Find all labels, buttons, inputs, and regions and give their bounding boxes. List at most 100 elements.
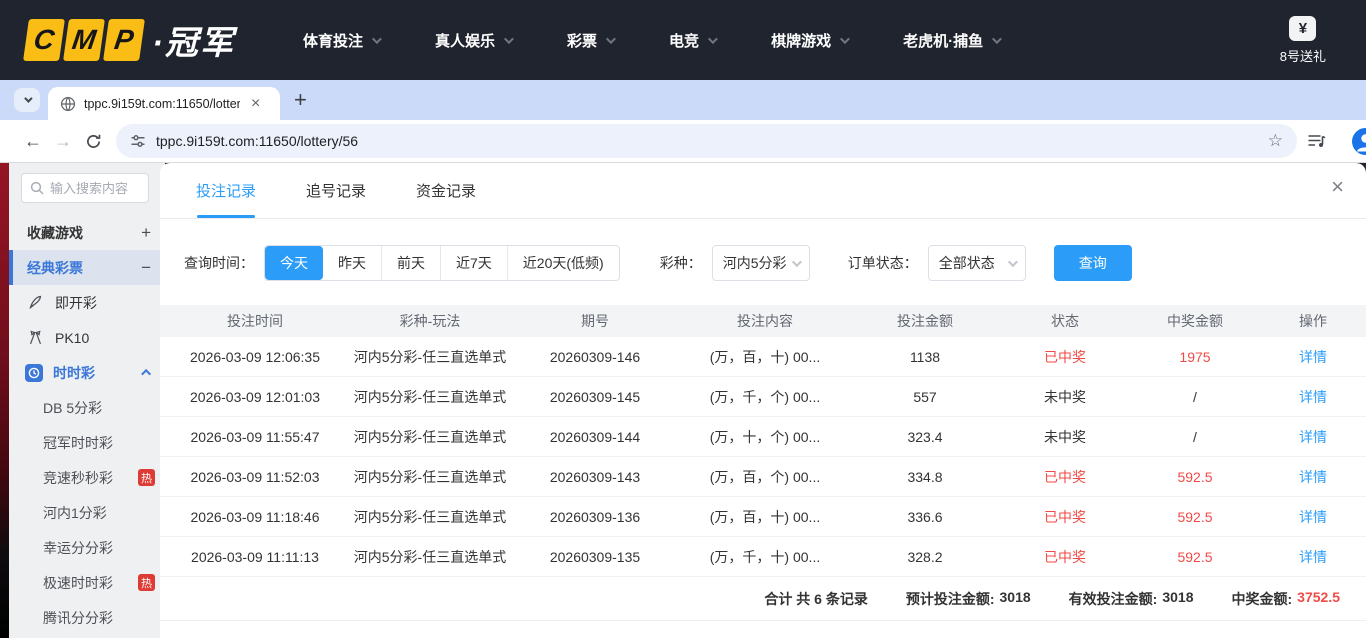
sidebar-item-favorites[interactable]: 收藏游戏 + [9, 215, 165, 250]
page-content: 收藏游戏 + 经典彩票 − 即开彩 PK10 [0, 163, 1366, 638]
sidebar-item-pk10[interactable]: PK10 [9, 320, 165, 355]
sidebar-subitem[interactable]: 幸运分分彩 [9, 530, 165, 565]
globe-icon [60, 96, 76, 112]
status-badge: 已中奖 [1000, 547, 1130, 567]
tab-search-button[interactable] [14, 88, 40, 112]
nav-item-sports[interactable]: 体育投注 [303, 20, 379, 61]
time-option-yesterday[interactable]: 昨天 [323, 246, 381, 280]
nav-item-live-casino[interactable]: 真人娱乐 [435, 20, 511, 61]
profile-avatar[interactable] [1352, 128, 1366, 155]
tab-title: tppc.9i159t.com:11650/lotter [84, 97, 240, 111]
browser-tab[interactable]: tppc.9i159t.com:11650/lotter × [48, 87, 280, 120]
table-header-row: 投注时间 彩种-玩法 期号 投注内容 投注金额 状态 中奖金额 操作 [160, 305, 1366, 337]
time-option-7days[interactable]: 近7天 [440, 246, 507, 280]
sidebar-item-ssc[interactable]: 时时彩 [9, 355, 165, 390]
close-icon[interactable]: × [1331, 176, 1344, 198]
time-option-day-before[interactable]: 前天 [381, 246, 440, 280]
tab-chase-records[interactable]: 追号记录 [306, 163, 366, 218]
chevron-down-icon [24, 94, 32, 102]
status-badge: 已中奖 [1000, 507, 1130, 527]
sidebar-search[interactable] [21, 173, 149, 203]
bet-records-table: 投注时间 彩种-玩法 期号 投注内容 投注金额 状态 中奖金额 操作 2026-… [160, 305, 1366, 577]
records-panel: 投注记录 追号记录 资金记录 × 查询时间： 今天 昨天 前天 近7天 近20天… [160, 163, 1366, 638]
nav-item-lottery[interactable]: 彩票 [567, 20, 613, 61]
chevron-down-icon [708, 34, 718, 44]
game-sidebar: 收藏游戏 + 经典彩票 − 即开彩 PK10 [9, 163, 165, 638]
bookmark-star-icon[interactable]: ☆ [1268, 131, 1283, 151]
query-button[interactable]: 查询 [1054, 245, 1132, 281]
sidebar-subitem[interactable]: 河内1分彩 [9, 495, 165, 530]
sidebar-subitem[interactable]: 极速时时彩热 [9, 565, 165, 600]
tab-close-icon[interactable]: × [248, 96, 263, 112]
sidebar-item-classic-lottery[interactable]: 经典彩票 − [9, 250, 165, 285]
nav-item-esports[interactable]: 电竞 [669, 20, 715, 61]
reload-button[interactable] [78, 133, 108, 150]
time-filter-group: 今天 昨天 前天 近7天 近20天(低频) [264, 245, 620, 281]
status-badge: 未中奖 [1000, 387, 1130, 407]
ssc-sub-list: DB 5分彩 冠军时时彩 竞速秒秒彩热 河内1分彩 幸运分分彩 极速时时彩热 腾… [9, 390, 165, 635]
site-settings-icon[interactable] [130, 133, 146, 149]
logo-text: ·冠军 [152, 16, 235, 64]
table-row: 2026-03-09 11:18:46 河内5分彩-任三直选单式 2026030… [160, 497, 1366, 537]
page-background [0, 163, 9, 638]
nav-item-board-games[interactable]: 棋牌游戏 [771, 20, 847, 61]
media-controls-icon[interactable] [1307, 133, 1326, 150]
table-row: 2026-03-09 11:52:03 河内5分彩-任三直选单式 2026030… [160, 457, 1366, 497]
plus-icon[interactable]: + [141, 223, 151, 243]
table-row: 2026-03-09 12:01:03 河内5分彩-任三直选单式 2026030… [160, 377, 1366, 417]
detail-link[interactable]: 详情 [1299, 469, 1327, 485]
detail-link[interactable]: 详情 [1299, 549, 1327, 565]
nav-item-slots-fishing[interactable]: 老虎机·捕鱼 [903, 20, 999, 61]
detail-link[interactable]: 详情 [1299, 349, 1327, 365]
back-button[interactable]: ← [18, 131, 48, 152]
sidebar-item-instant-lottery[interactable]: 即开彩 [9, 285, 165, 320]
rocket-icon [25, 294, 45, 311]
summary-prize: 中奖金额: 3752.5 [1232, 589, 1341, 609]
tab-fund-records[interactable]: 资金记录 [416, 163, 476, 218]
main-navigation: 体育投注 真人娱乐 彩票 电竞 棋牌游戏 老虎机·捕鱼 [247, 20, 999, 61]
chevron-down-icon [992, 34, 1002, 44]
url-text: tppc.9i159t.com:11650/lottery/56 [156, 133, 1268, 149]
site-logo[interactable]: C M P ·冠军 [26, 16, 235, 64]
detail-link[interactable]: 详情 [1299, 509, 1327, 525]
detail-link[interactable]: 详情 [1299, 389, 1327, 405]
clock-icon [25, 364, 43, 382]
status-filter-label: 订单状态： [848, 253, 918, 273]
racing-flags-icon [25, 329, 45, 346]
hot-badge: 热 [138, 574, 155, 591]
summary-valid: 有效投注金额: 3018 [1069, 589, 1194, 609]
logo-letter-boxes: C M P [23, 19, 145, 61]
summary-total: 合计 共 6 条记录 [764, 589, 867, 609]
tab-bet-records[interactable]: 投注记录 [196, 163, 256, 218]
search-input[interactable] [50, 181, 140, 196]
browser-toolbar: ← → tppc.9i159t.com:11650/lottery/56 ☆ [0, 120, 1366, 163]
time-option-today[interactable]: 今天 [265, 246, 323, 280]
new-tab-button[interactable]: + [294, 89, 307, 111]
chevron-down-icon [1008, 257, 1018, 267]
gift-label: 8号送礼 [1280, 46, 1326, 65]
search-icon [30, 181, 44, 195]
sidebar-subitem[interactable]: 冠军时时彩 [9, 425, 165, 460]
table-row: 2026-03-09 11:55:47 河内5分彩-任三直选单式 2026030… [160, 417, 1366, 457]
chevron-down-icon [504, 34, 514, 44]
forward-button[interactable]: → [48, 131, 78, 152]
gift-promo-button[interactable]: ¥ 8号送礼 [1280, 16, 1326, 65]
time-option-20days[interactable]: 近20天(低频) [507, 246, 619, 280]
sidebar-subitem[interactable]: 腾讯分分彩 [9, 600, 165, 635]
minus-icon[interactable]: − [141, 258, 151, 278]
sidebar-subitem[interactable]: 竞速秒秒彩热 [9, 460, 165, 495]
detail-link[interactable]: 详情 [1299, 429, 1327, 445]
status-badge: 已中奖 [1000, 467, 1130, 487]
sidebar-subitem[interactable]: DB 5分彩 [9, 390, 165, 425]
browser-tab-strip: tppc.9i159t.com:11650/lotter × + [0, 80, 1366, 120]
chevron-down-icon [792, 257, 802, 267]
chevron-up-icon [141, 369, 151, 379]
status-badge: 已中奖 [1000, 347, 1130, 367]
gift-icon: ¥ [1289, 16, 1316, 41]
lottery-select[interactable]: 河内5分彩 [712, 245, 810, 281]
summary-expected: 预计投注金额: 3018 [906, 589, 1031, 609]
address-bar[interactable]: tppc.9i159t.com:11650/lottery/56 ☆ [116, 124, 1297, 158]
chevron-down-icon [372, 34, 382, 44]
site-header: C M P ·冠军 体育投注 真人娱乐 彩票 电竞 棋牌游戏 老虎机·捕鱼 ¥ … [0, 0, 1366, 80]
order-status-select[interactable]: 全部状态 [928, 245, 1026, 281]
